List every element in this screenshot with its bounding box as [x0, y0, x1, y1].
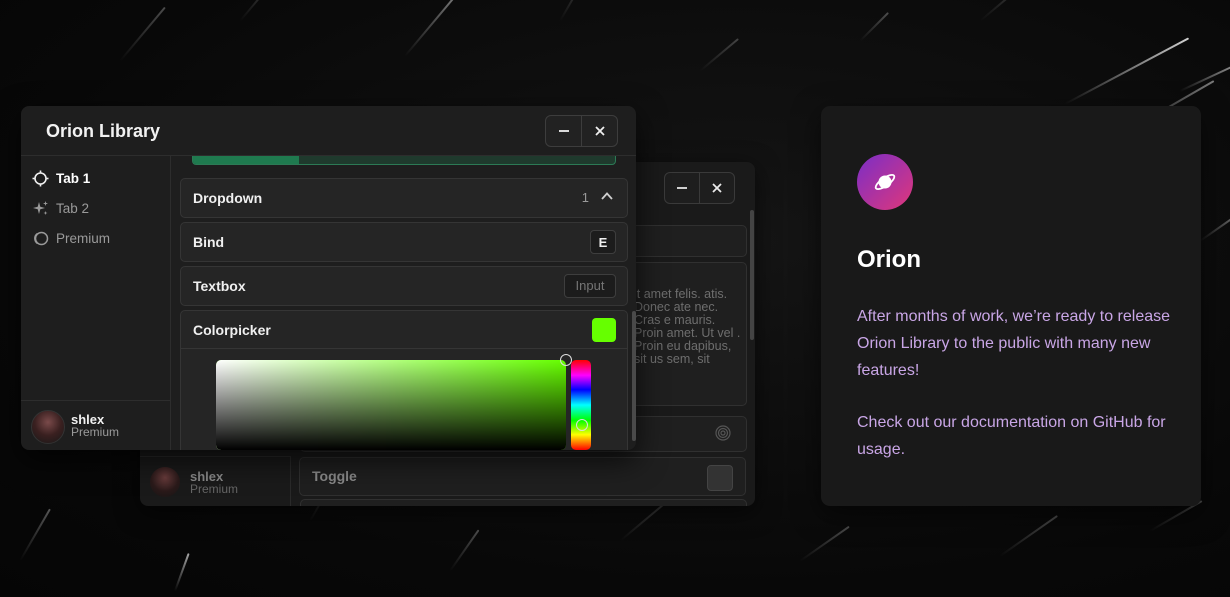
info-card: Orion After months of work, we’re ready … [821, 106, 1201, 506]
toggle-label: Toggle [312, 468, 357, 484]
textbox-element[interactable]: Textbox [180, 266, 628, 306]
hue-cursor[interactable] [576, 418, 588, 431]
bind-element[interactable]: Bind E [180, 222, 628, 262]
avatar [31, 410, 65, 444]
tab-label: Tab 2 [56, 200, 90, 216]
star-streak [559, 0, 591, 22]
slider-track[interactable] [192, 156, 616, 165]
star-streak [859, 12, 889, 42]
tab-label: Premium [56, 230, 111, 246]
slider-fill [193, 156, 299, 164]
star-streak [449, 529, 480, 572]
window-controls [545, 115, 618, 147]
minimize-button[interactable] [546, 116, 581, 146]
back-toggle-element[interactable]: Toggle [299, 457, 746, 496]
back-scrollbar[interactable] [750, 210, 754, 340]
colorpicker-label: Colorpicker [193, 322, 271, 338]
star-streak [1064, 37, 1190, 105]
back-close-button[interactable] [699, 173, 734, 203]
sparkles-icon [31, 199, 49, 217]
star-streak [174, 553, 190, 592]
orion-logo [857, 154, 913, 210]
x-icon [712, 183, 722, 193]
avatar [150, 467, 180, 497]
dropdown-element[interactable]: Dropdown 1 [180, 178, 628, 218]
minus-icon [558, 130, 569, 132]
star-streak [404, 0, 477, 57]
minus-icon [677, 187, 687, 189]
bind-label: Bind [193, 234, 225, 250]
dropdown-count: 1 [581, 190, 589, 205]
close-button[interactable] [581, 116, 617, 146]
textbox-label: Textbox [193, 278, 246, 294]
star-streak [119, 6, 166, 62]
star-streak [979, 0, 1027, 22]
star-streak [699, 38, 739, 72]
hue-bar[interactable] [571, 360, 591, 450]
tab-1[interactable]: Tab 1 [31, 167, 90, 189]
card-documentation-note: Check out our documentation on GitHub fo… [857, 414, 1166, 458]
back-window-controls [664, 172, 735, 204]
sidebar: Tab 1 Tab 2 Premium shlex Premium [21, 156, 171, 450]
window-title: Orion Library [46, 121, 161, 141]
card-description: After months of work, we’re ready to rel… [857, 308, 1171, 379]
tab-content: Dropdown 1 Bind E Textbox Colorpicker [171, 156, 636, 450]
planet-icon [874, 173, 896, 191]
dropdown-label: Dropdown [193, 190, 263, 206]
star-streak [999, 515, 1058, 557]
x-icon [594, 126, 605, 136]
saturation-brightness-area[interactable] [216, 360, 566, 450]
content-scrollbar[interactable] [632, 311, 636, 441]
textbox-input[interactable] [564, 274, 616, 298]
back-user-panel: shlex Premium [140, 456, 291, 506]
colorpicker-element: Colorpicker [180, 310, 628, 450]
back-paragraph-text: it amet felis. atis. Donec ate nec. Cras… [634, 287, 741, 366]
back-minimize-button[interactable] [665, 173, 699, 203]
color-swatch[interactable] [592, 318, 616, 342]
crosshair-icon [31, 169, 49, 187]
star-streak [19, 508, 51, 562]
tab-premium[interactable]: Premium [31, 227, 110, 249]
user-panel: shlex Premium [21, 400, 170, 450]
star-streak [799, 525, 850, 562]
back-user-subtitle: Premium [190, 482, 239, 496]
user-subtitle: Premium [71, 425, 120, 439]
star-streak [1179, 64, 1230, 92]
chevron-up-icon[interactable] [599, 188, 615, 204]
tab-label: Tab 1 [56, 170, 91, 186]
card-title: Orion [857, 246, 921, 273]
tab-2[interactable]: Tab 2 [31, 197, 89, 219]
premium-ring-icon [31, 229, 49, 247]
back-element-row [300, 499, 747, 506]
toggle-checkbox[interactable] [707, 465, 733, 491]
star-streak [1199, 217, 1230, 242]
star-streak [239, 0, 273, 22]
colorpicker-divider [181, 348, 627, 349]
bind-key-box[interactable]: E [590, 230, 616, 254]
fingerprint-icon [714, 424, 732, 447]
front-window: Orion Library Tab 1 Tab 2 Premium shlex … [21, 106, 636, 450]
